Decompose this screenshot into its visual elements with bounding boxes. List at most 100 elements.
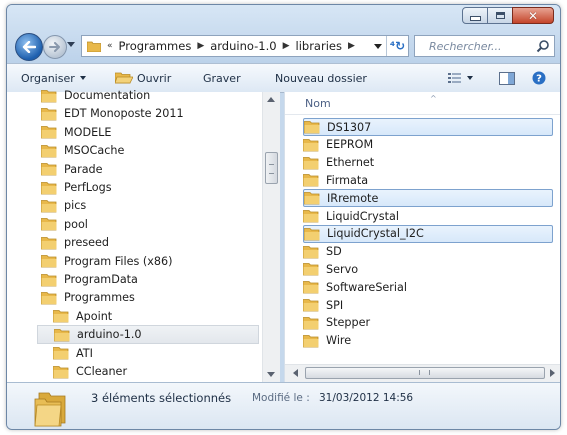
tree-item[interactable]: EDT Monoposte 2011 [41, 104, 251, 123]
file-name: LiquidCrystal_I2C [327, 227, 424, 241]
file-row[interactable]: Firmata [303, 171, 553, 189]
column-header[interactable]: Nom ^ [285, 92, 560, 115]
tree-item[interactable]: preseed [41, 233, 251, 252]
tree-item[interactable]: MODELE [41, 123, 251, 142]
breadcrumb-arduino[interactable]: arduino-1.0 [210, 39, 276, 53]
burn-button[interactable]: Graver [203, 72, 241, 85]
folder-icon [41, 144, 57, 158]
folder-icon [303, 263, 319, 276]
folder-icon [41, 89, 57, 102]
folder-icon [304, 121, 320, 134]
tree-item-label: Apoint [76, 309, 113, 323]
file-row[interactable]: IRremote [303, 189, 553, 208]
search-box[interactable]: Rechercher... [414, 35, 555, 57]
window-controls: ✕ [462, 7, 554, 24]
folder-icon [303, 138, 319, 152]
chevron-right-icon[interactable]: ▶ [197, 41, 204, 51]
open-folder-icon [115, 72, 133, 84]
file-row[interactable]: Wire [303, 332, 553, 350]
details-pane: 3 éléments sélectionnés Modifié le : 31/… [7, 382, 560, 429]
tree-item[interactable]: MSOCache [41, 141, 251, 160]
column-name[interactable]: Nom [305, 97, 331, 110]
file-row[interactable]: Stepper [303, 314, 553, 332]
refresh-button[interactable]: ⁴↻ [386, 36, 408, 56]
folder-icon [41, 273, 57, 286]
maximize-button[interactable] [487, 7, 513, 24]
tree-item[interactable]: Apoint [53, 307, 263, 326]
file-list-pane: Nom ^ DS1307 EEPROM Ethernet Firmata IRremot… [284, 92, 560, 382]
file-row[interactable]: Ethernet [303, 154, 553, 172]
help-button[interactable]: ? [532, 71, 546, 85]
tree-item[interactable]: Parade [41, 160, 251, 179]
forward-button[interactable] [43, 35, 67, 59]
tree-item[interactable]: ProgramData [41, 270, 251, 289]
folder-icon [303, 281, 319, 294]
horizontal-scrollbar[interactable] [285, 364, 560, 382]
file-row[interactable]: Servo [303, 260, 553, 278]
grip-icon [419, 370, 430, 375]
scroll-right-icon[interactable] [550, 369, 555, 377]
scrollbar-thumb[interactable] [265, 152, 278, 184]
close-button[interactable]: ✕ [512, 7, 554, 24]
file-row[interactable]: SoftwareSerial [303, 278, 553, 296]
file-row[interactable]: LiquidCrystal_I2C [303, 224, 553, 243]
multiple-folders-icon [34, 392, 66, 427]
file-name: Ethernet [326, 156, 375, 170]
tree-item-label: preseed [64, 236, 110, 250]
folder-icon [53, 310, 69, 323]
tree-item[interactable]: Programmes [41, 288, 251, 307]
tree-item[interactable]: Program Files (x86) [41, 252, 251, 271]
new-folder-button[interactable]: Nouveau dossier [275, 72, 367, 85]
arrow-left-icon [22, 41, 36, 53]
tree-item-label: MSOCache [64, 144, 125, 158]
search-icon[interactable] [536, 39, 550, 53]
recent-pages-dropdown[interactable] [67, 42, 75, 47]
folder-icon [303, 316, 319, 330]
scroll-up-icon[interactable] [267, 97, 275, 102]
tree-item[interactable]: pics [41, 196, 251, 215]
address-history-dropdown[interactable] [374, 44, 382, 49]
file-row[interactable]: SD [303, 243, 553, 261]
grip-icon [269, 164, 274, 174]
folder-icon [303, 299, 319, 312]
organize-menu[interactable]: Organiser [21, 72, 86, 85]
tree-item[interactable]: CCleaner [53, 362, 263, 381]
navigation-scrollbar[interactable] [262, 92, 280, 382]
file-name: IRremote [327, 191, 379, 205]
tree-item-label: CCleaner [76, 365, 128, 378]
chevron-right-icon[interactable]: ▶ [283, 41, 290, 51]
preview-pane-icon [499, 71, 515, 85]
address-bar[interactable]: « Programmes ▶ arduino-1.0 ▶ libraries ▶… [81, 35, 409, 57]
file-row[interactable]: LiquidCrystal [303, 207, 553, 225]
tree-item[interactable]: PerfLogs [41, 178, 251, 197]
organize-label: Organiser [21, 71, 75, 85]
tree-item[interactable]: Documentation [41, 86, 251, 105]
scroll-down-icon[interactable] [267, 372, 275, 377]
breadcrumb-overflow[interactable]: « [107, 41, 113, 51]
file-row[interactable]: EEPROM [303, 136, 553, 154]
tree-item-label: MODELE [64, 125, 112, 139]
tree-item[interactable]: ATI [53, 344, 263, 363]
tree-item[interactable]: pool [41, 215, 251, 234]
tree-item-label: Programmes [64, 291, 135, 305]
minimize-button[interactable] [462, 7, 488, 24]
tree-item-label: EDT Monoposte 2011 [64, 107, 184, 121]
file-name: SD [326, 245, 342, 259]
file-row[interactable]: DS1307 [303, 118, 553, 136]
view-options-button[interactable] [448, 72, 473, 84]
open-button[interactable]: Ouvrir [115, 72, 171, 85]
chevron-right-icon[interactable]: ▶ [348, 41, 355, 51]
breadcrumb-programmes[interactable]: Programmes [119, 39, 192, 53]
back-button[interactable] [15, 33, 43, 61]
tree-item[interactable]: arduino-1.0 [37, 325, 259, 345]
preview-pane-button[interactable] [499, 71, 515, 85]
scroll-left-icon[interactable] [293, 369, 298, 377]
tree-item-label: Documentation [64, 89, 151, 102]
folder-icon [87, 41, 101, 52]
chevron-down-icon [79, 76, 86, 80]
horizontal-scrollbar-thumb[interactable] [305, 367, 545, 379]
folder-icon [303, 174, 319, 187]
folder-icon [303, 334, 319, 347]
file-row[interactable]: SPI [303, 296, 553, 314]
breadcrumb-libraries[interactable]: libraries [296, 39, 342, 53]
